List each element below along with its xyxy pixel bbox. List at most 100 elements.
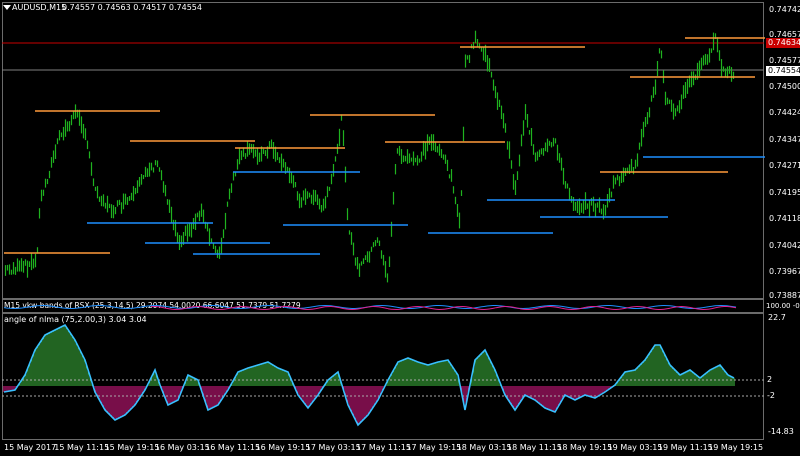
rsx-blue-line	[393, 306, 398, 308]
time-tick-label: 16 May 19:15	[255, 443, 311, 452]
rsx-blue-line	[252, 306, 257, 308]
rsx-blue-line	[57, 306, 62, 309]
rsx-pink-line	[183, 307, 188, 310]
rsx-pink-line	[384, 307, 389, 310]
rsx-blue-line	[30, 305, 35, 308]
price-tick-label: 0.74195	[769, 188, 800, 197]
rsx-pink-line	[273, 307, 278, 309]
rsx-blue-line	[561, 305, 566, 308]
price-tick-label: 0.74424	[769, 108, 800, 117]
rsx-pink-line	[315, 307, 320, 310]
rsx-blue-line	[534, 306, 539, 308]
rsx-pink-line	[210, 307, 215, 310]
rsx-pink-line	[606, 308, 611, 310]
rsx-blue-line	[165, 305, 170, 308]
rsx-pink-line	[513, 306, 518, 309]
rsx-pink-line	[690, 307, 695, 309]
rsx-blue-line	[621, 306, 626, 308]
time-tick-label: 15 May 2017	[4, 443, 57, 452]
rsx-pink-line	[672, 306, 677, 308]
rsx-pink-line	[234, 306, 239, 308]
rsx-pink-line	[453, 306, 458, 308]
price-tick-label: 0.74042	[769, 241, 800, 250]
price-tick-label: 0.73887	[769, 291, 800, 300]
price-tick-label: 0.73967	[769, 267, 800, 276]
price-tick-label: 0.74500	[769, 82, 800, 91]
rsx-pink-line	[252, 307, 257, 310]
rsx-pink-line	[201, 306, 206, 308]
rsx-pink-line	[339, 307, 344, 309]
rsx-pink-line	[270, 307, 275, 310]
mt4-chart-window: AUDUSD,M15 0.74557 0.74563 0.74517 0.745…	[0, 0, 800, 456]
rsx-pink-line	[165, 307, 170, 310]
price-tick-label: 0.74347	[769, 135, 800, 144]
rsx-blue-line	[81, 306, 86, 308]
rsx-blue-line	[396, 306, 401, 309]
rsx-blue-line	[225, 306, 230, 308]
rsx-pink-line	[714, 306, 719, 309]
rsx-pink-line	[423, 306, 428, 309]
rsx-pink-line	[621, 307, 626, 310]
rsx-blue-line	[702, 306, 707, 309]
rsx-blue-line	[21, 307, 26, 309]
rsx-pink-line	[492, 307, 497, 309]
rsx-pink-line	[669, 307, 674, 309]
rsx-blue-line	[192, 306, 197, 309]
rsx-blue-line	[474, 306, 479, 309]
rsx-blue-line	[3, 307, 8, 309]
rsx-blue-line	[219, 305, 224, 307]
rsx-pink-line	[246, 306, 251, 308]
rsx-blue-line	[84, 306, 89, 308]
rsx-pink-line	[225, 307, 230, 310]
rsx-pink-line	[645, 306, 650, 309]
rsx-pink-line	[387, 308, 392, 310]
rsx-pink-line	[585, 306, 590, 308]
rsx-pink-line	[600, 306, 605, 309]
rsx-pink-line	[408, 306, 413, 308]
price-tick-label: 0.74118	[769, 214, 800, 223]
rsx-pink-line	[255, 308, 260, 310]
rsx-pink-line	[447, 307, 452, 310]
rsx-blue-line	[312, 305, 317, 308]
rsx-pink-line	[294, 307, 299, 309]
rsx-blue-line	[108, 305, 113, 308]
rsx-blue-line	[303, 307, 308, 309]
rsx-pink-line	[582, 306, 587, 309]
rsx-pink-line	[300, 308, 305, 310]
rsx-pink-line	[558, 307, 563, 309]
rsx-pink-line	[642, 306, 647, 308]
rsx-pink-line	[429, 307, 434, 310]
nlma-tick-label: -2	[767, 391, 775, 400]
rsx-pink-line	[471, 307, 476, 309]
chart-canvas	[2, 30, 765, 427]
rsx-pink-line	[180, 308, 185, 310]
rsx-pink-line	[402, 307, 407, 310]
rsx-pink-line	[627, 306, 632, 309]
rsx-blue-line	[618, 306, 623, 308]
rsx-pink-line	[342, 308, 347, 310]
rsx-pink-line	[189, 306, 194, 308]
rsx-pink-line	[231, 306, 236, 309]
rsx-blue-line	[564, 306, 569, 308]
price-tick-label: 0.74271	[769, 161, 800, 170]
rsx-pink-line	[693, 307, 698, 310]
rsx-blue-line	[114, 306, 119, 309]
rsx-blue-line	[588, 306, 593, 309]
rsx-blue-line	[168, 306, 173, 308]
rsx-pink-line	[540, 306, 545, 308]
rsx-pink-line	[405, 307, 410, 309]
rsx-pink-line	[510, 306, 515, 308]
rsx-blue-line	[285, 307, 290, 309]
time-tick-label: 19 May 19:15	[708, 443, 764, 452]
rsx-blue-line	[138, 306, 143, 308]
time-tick-label: 16 May 11:15	[205, 443, 261, 452]
nlma-tick-label: 22.7	[768, 313, 786, 322]
rsx-pink-line	[468, 306, 473, 309]
rsx-pink-line	[717, 306, 722, 308]
time-tick-label: 17 May 03:15	[305, 443, 361, 452]
rsx-pink-line	[204, 306, 209, 309]
time-tick-label: 17 May 19:15	[406, 443, 462, 452]
rsx-blue-line	[477, 306, 482, 308]
rsx-pink-line	[555, 306, 560, 309]
rsx-blue-line	[222, 306, 227, 308]
